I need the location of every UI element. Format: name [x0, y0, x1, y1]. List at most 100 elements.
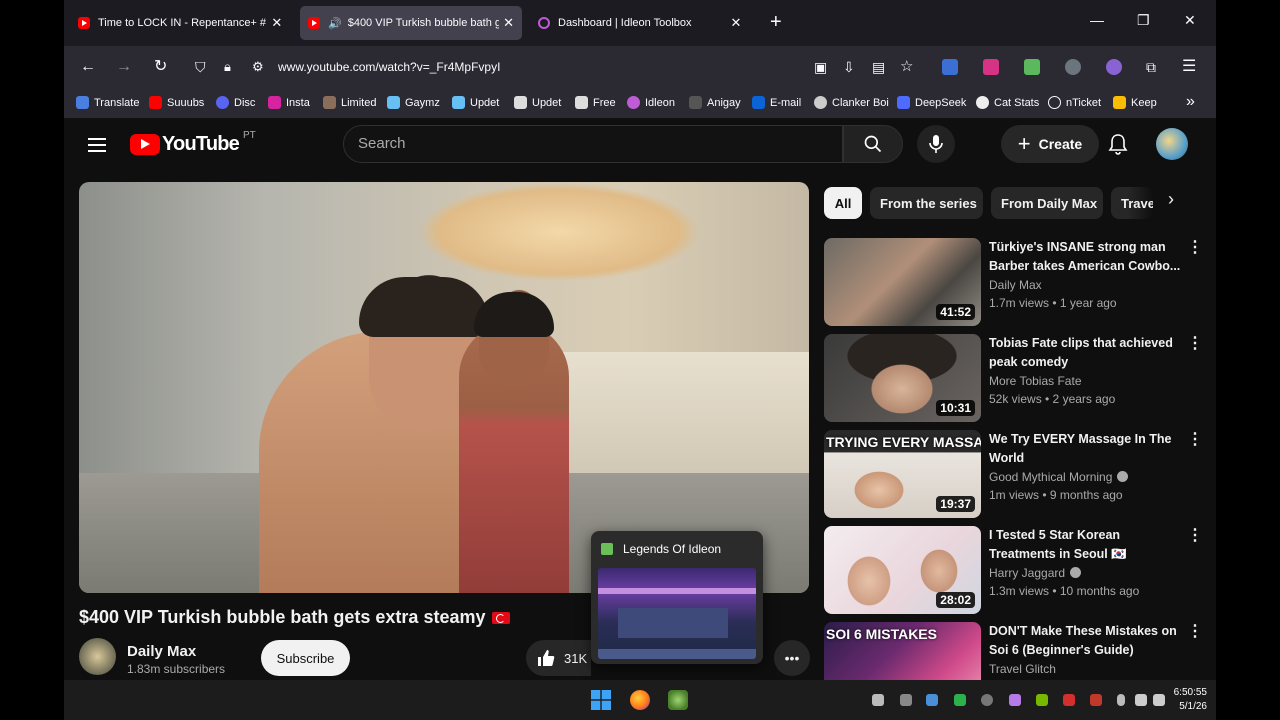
channel-name[interactable]: Travel Glitch — [989, 662, 1056, 676]
minimize-icon[interactable]: — — [1090, 12, 1104, 28]
video-thumbnail[interactable]: 28:02 — [824, 526, 981, 614]
bookmark-insta[interactable]: Insta — [268, 96, 310, 109]
voice-search-button[interactable] — [917, 125, 955, 163]
reload-icon[interactable]: ↻ — [154, 58, 167, 76]
bookmark-translate[interactable]: Translate — [76, 96, 139, 109]
bookmark-star-icon[interactable]: ☆ — [900, 58, 913, 76]
restore-icon[interactable]: ❐ — [1137, 12, 1150, 29]
tab-repentance[interactable]: Time to LOCK IN - Repentance+ #388 ✕ — [70, 6, 292, 40]
search-button[interactable] — [843, 125, 903, 163]
extension-glasses-icon[interactable] — [1065, 59, 1081, 75]
more-bookmarks-icon[interactable]: » — [1186, 93, 1195, 111]
close-tab-icon[interactable]: ✕ — [503, 15, 514, 31]
youtube-logo[interactable]: YouTube PT — [130, 130, 256, 156]
more-vertical-icon[interactable]: ⋮ — [1187, 624, 1203, 640]
bookmark-updet-1[interactable]: Updet — [452, 96, 499, 109]
steam-tray-icon[interactable] — [926, 694, 938, 706]
nvidia-tray-icon[interactable] — [1036, 694, 1048, 706]
more-vertical-icon[interactable]: ⋮ — [1187, 240, 1203, 256]
windows-start-icon[interactable] — [591, 690, 611, 710]
video-thumbnail[interactable]: TRYING EVERY MASSAGE 19:37 — [824, 430, 981, 518]
close-window-icon[interactable]: ✕ — [1184, 12, 1196, 29]
search-input[interactable]: Search — [343, 125, 843, 163]
new-tab-icon[interactable]: + — [770, 12, 782, 32]
extension-translate-icon[interactable] — [942, 59, 958, 75]
video-title[interactable]: Tobias Fate clips that achieved peak com… — [989, 334, 1184, 372]
system-clock[interactable]: 6:50:55 5/1/26 — [1147, 686, 1207, 714]
more-actions-button[interactable]: ••• — [774, 640, 810, 676]
more-vertical-icon[interactable]: ⋮ — [1187, 336, 1203, 352]
like-button[interactable]: 31K — [526, 640, 591, 676]
bookmark-clanker-boi[interactable]: Clanker Boi — [814, 96, 889, 109]
bookmark-disc[interactable]: Disc — [216, 96, 255, 109]
permissions-icon[interactable]: ⚙ — [252, 58, 264, 76]
bookmark-keep[interactable]: Keep — [1113, 96, 1157, 109]
channel-name[interactable]: Daily Max — [127, 643, 196, 660]
recommended-video[interactable]: TRYING EVERY MASSAGE 19:37 We Try EVERY … — [824, 430, 1204, 518]
bookmark-nticket[interactable]: nTicket — [1048, 96, 1101, 109]
channel-name[interactable]: More Tobias Fate — [989, 374, 1082, 388]
bookmark-suuubs[interactable]: Suuubs — [149, 96, 204, 109]
epic-tray-icon[interactable] — [981, 694, 993, 706]
video-thumbnail[interactable]: 10:31 — [824, 334, 981, 422]
video-title[interactable]: Türkiye's INSANE strong man Barber takes… — [989, 238, 1184, 276]
bookmark-cat-stats[interactable]: Cat Stats — [976, 96, 1039, 109]
bookmark-limited[interactable]: Limited — [323, 96, 376, 109]
app-tray-icon[interactable] — [1090, 694, 1102, 706]
channel-name[interactable]: Good Mythical Morning — [989, 470, 1112, 484]
taskbar-window-preview[interactable]: Legends Of Idleon — [591, 531, 763, 664]
extensions-puzzle-icon[interactable]: ⧉ — [1146, 58, 1156, 76]
notifications-button[interactable] — [1108, 133, 1128, 160]
url-bar[interactable]: www.youtube.com/watch?v=_Fr4MpFvpyI — [278, 52, 798, 82]
video-title[interactable]: I Tested 5 Star Korean Treatments in Seo… — [989, 526, 1184, 564]
recommended-video[interactable]: 10:31 Tobias Fate clips that achieved pe… — [824, 334, 1204, 422]
app-menu-icon[interactable]: ☰ — [1182, 58, 1196, 76]
antivirus-tray-icon[interactable] — [1063, 694, 1075, 706]
bookmark-gaymz[interactable]: Gaymz — [387, 96, 440, 109]
firefox-icon[interactable] — [630, 690, 650, 710]
chevron-right-icon[interactable]: › — [1168, 189, 1174, 210]
back-icon[interactable]: ← — [80, 58, 96, 76]
channel-name[interactable]: Daily Max — [989, 278, 1042, 292]
bookmark-idleon[interactable]: Idleon — [627, 96, 675, 109]
forward-icon[interactable]: → — [116, 58, 132, 76]
bookmark-anigay[interactable]: Anigay — [689, 96, 741, 109]
download-icon[interactable]: ⇩ — [843, 58, 855, 76]
guide-menu-icon[interactable] — [88, 138, 106, 152]
recommended-video[interactable]: 41:52 Türkiye's INSANE strong man Barber… — [824, 238, 1204, 326]
feather-tray-icon[interactable] — [1009, 694, 1021, 706]
account-avatar[interactable] — [1156, 128, 1188, 160]
bookmark-email[interactable]: E-mail — [752, 96, 801, 109]
extension-mic-icon[interactable] — [983, 59, 999, 75]
bookmark-deepseek[interactable]: DeepSeek — [897, 96, 966, 109]
chip-from-the-series[interactable]: From the series — [870, 187, 983, 219]
chip-travel[interactable]: Travel — [1111, 187, 1153, 219]
shield-icon[interactable]: ⛉ — [195, 58, 206, 76]
bookmark-updet-2[interactable]: Updet — [514, 96, 561, 109]
subscribe-button[interactable]: Subscribe — [261, 640, 350, 676]
more-vertical-icon[interactable]: ⋮ — [1187, 528, 1203, 544]
video-title[interactable]: We Try EVERY Massage In The World — [989, 430, 1184, 468]
chip-all[interactable]: All — [824, 187, 862, 219]
tab-bubble-bath[interactable]: 🔊 $400 VIP Turkish bubble bath gets extr… — [300, 6, 522, 40]
video-title[interactable]: DON'T Make These Mistakes on Soi 6 (Begi… — [989, 622, 1184, 660]
discord-tray-icon[interactable] — [872, 694, 884, 706]
close-tab-icon[interactable]: ✕ — [270, 15, 284, 31]
close-tab-icon[interactable]: ✕ — [728, 15, 744, 31]
idleon-taskbar-icon[interactable] — [668, 690, 688, 710]
create-button[interactable]: + Create — [1001, 125, 1099, 163]
video-thumbnail[interactable]: SOI 6 MISTAKES — [824, 622, 981, 680]
keyboard-tray-icon[interactable] — [900, 694, 912, 706]
video-thumbnail[interactable]: 41:52 — [824, 238, 981, 326]
channel-avatar[interactable] — [79, 638, 116, 675]
xbox-tray-icon[interactable] — [954, 694, 966, 706]
more-vertical-icon[interactable]: ⋮ — [1187, 432, 1203, 448]
microphone-tray-icon[interactable] — [1117, 694, 1125, 706]
recommended-video[interactable]: SOI 6 MISTAKES DON'T Make These Mistakes… — [824, 622, 1204, 680]
lock-icon[interactable]: 🔒︎ — [224, 58, 231, 76]
channel-name[interactable]: Harry Jaggard — [989, 566, 1065, 580]
speaker-icon[interactable]: 🔊 — [328, 17, 342, 30]
reader-view-icon[interactable]: ▤ — [872, 58, 885, 76]
pip-icon[interactable]: ▣ — [814, 58, 827, 76]
network-tray-icon[interactable] — [1135, 694, 1147, 706]
